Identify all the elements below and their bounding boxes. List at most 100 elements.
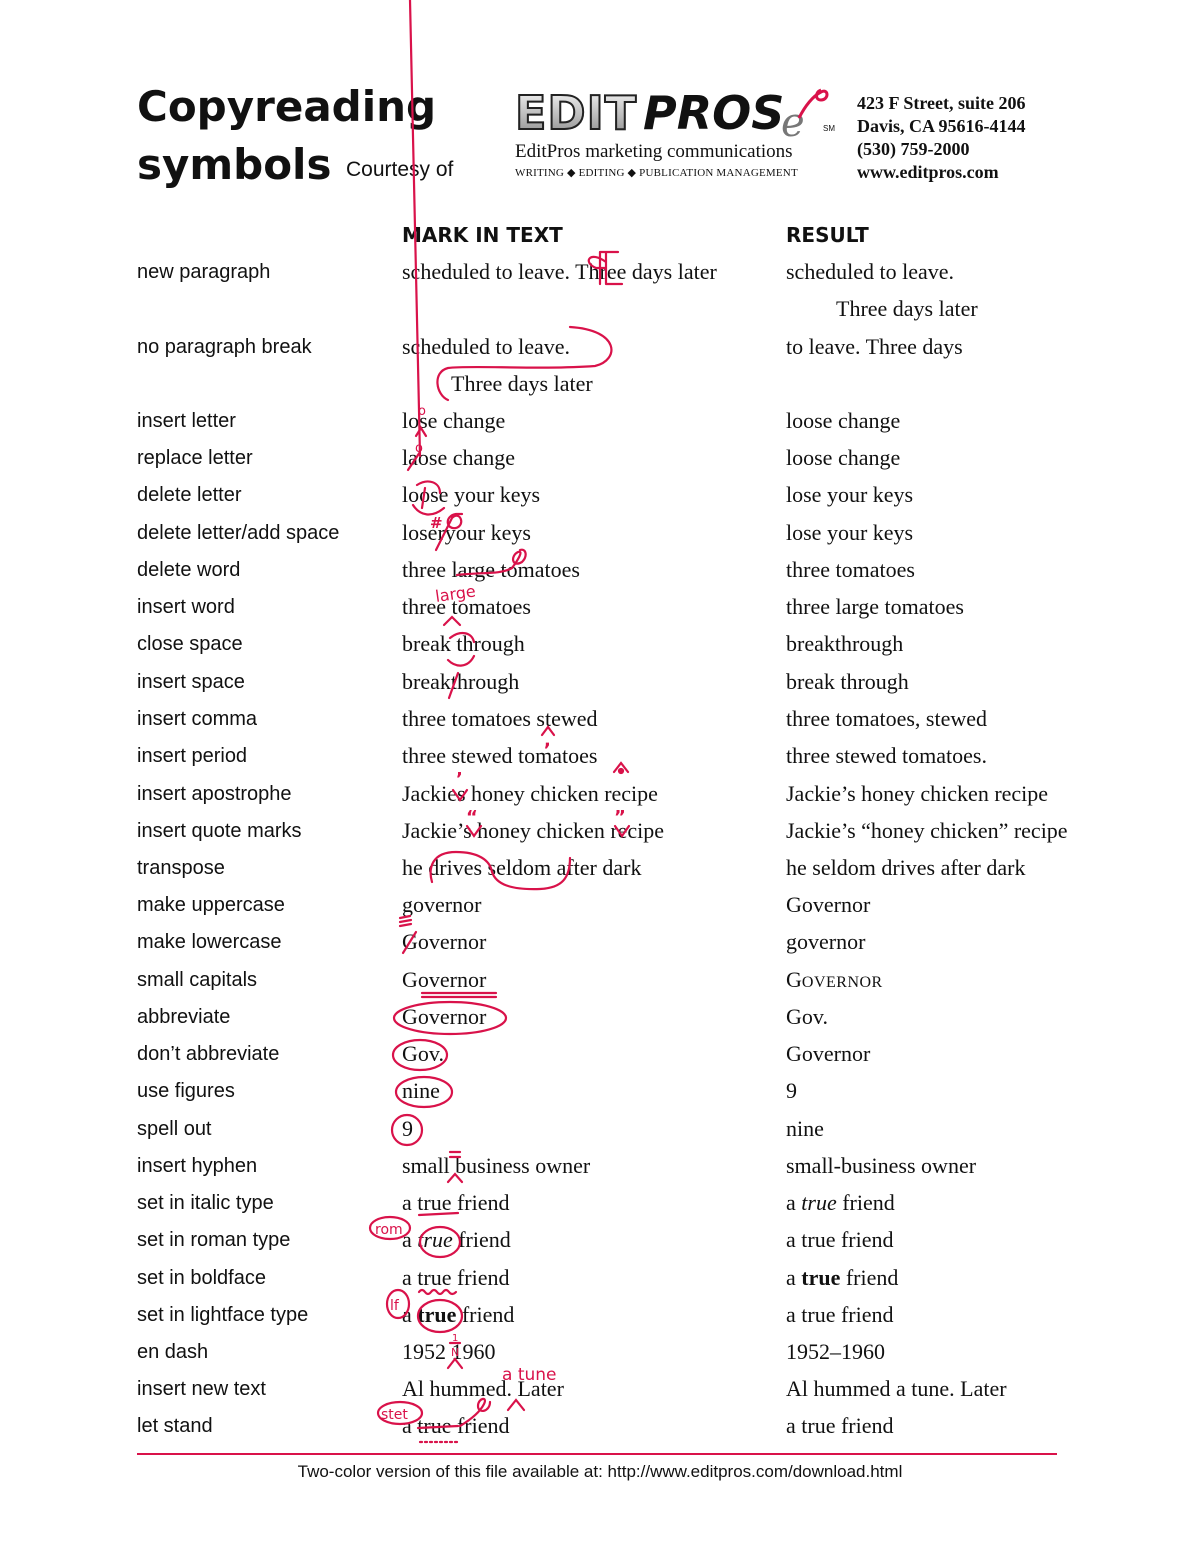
row-result: to leave. Three days	[786, 334, 963, 359]
row-result: three tomatoes, stewed	[786, 706, 987, 731]
row-mark: he drives seldom after dark	[402, 855, 642, 880]
row-label: replace letter	[137, 447, 253, 469]
row-mark-line2: Three days later	[451, 371, 593, 396]
row-result: a true friend	[786, 1413, 894, 1438]
row-label: new paragraph	[137, 261, 271, 283]
row-label: small capitals	[137, 969, 258, 991]
address-phone: (530) 759-2000	[857, 139, 970, 159]
row-label: set in lightface type	[137, 1304, 309, 1326]
row-label: insert apostrophe	[137, 783, 292, 805]
row-mark: a true friend	[402, 1190, 510, 1216]
row-mark: loose your keys	[402, 482, 541, 507]
row-result: GOVERNOR	[786, 967, 883, 993]
result-text-bold: true	[801, 1265, 841, 1290]
row-label: let stand	[137, 1415, 213, 1437]
row-mark: a true friend	[402, 1227, 511, 1253]
row-label: delete letter/add space	[137, 522, 340, 544]
row-mark: break through	[402, 631, 525, 656]
row-label: make lowercase	[137, 931, 282, 953]
row-result: he seldom drives after dark	[786, 855, 1026, 880]
row-result: nine	[786, 1116, 824, 1141]
address-street: 423 F Street, suite 206	[857, 93, 1026, 113]
editpros-logo: EDIT PROS e SM EditPros marketing commun…	[514, 85, 835, 181]
mark-text-post: friend	[452, 1227, 511, 1252]
mark-text-pre: a	[402, 1190, 418, 1215]
row-mark: three tomatoes stewed	[402, 706, 598, 731]
row-mark: a true friend	[402, 1302, 514, 1328]
caret-icon	[612, 761, 630, 774]
row-mark: Jackies honey chicken recipe	[402, 781, 658, 806]
row-result: three large tomatoes	[786, 594, 964, 619]
mark-text-post: friend	[451, 1190, 510, 1215]
row-label: set in italic type	[137, 1192, 274, 1214]
logo-subtitle: EditPros marketing communications	[515, 141, 793, 162]
row-label: insert hyphen	[137, 1155, 258, 1177]
row-mark: a true friend	[402, 1265, 510, 1290]
row-mark: Al hummed. Later	[402, 1376, 564, 1401]
row-label: make uppercase	[137, 894, 285, 916]
row-label: set in boldface	[137, 1267, 266, 1289]
logo-delete-mark-icon	[797, 88, 829, 119]
row-label: insert comma	[137, 708, 258, 730]
mark-text-bold: true	[417, 1302, 457, 1327]
footer-text: Two-color version of this file available…	[297, 1462, 903, 1481]
row-mark: three stewed tomatoes	[402, 743, 598, 768]
row-result: small-business owner	[786, 1153, 977, 1178]
row-mark: 9	[402, 1116, 413, 1141]
row-result: a true friend	[786, 1302, 894, 1327]
row-result: three tomatoes	[786, 557, 915, 582]
row-result: a true friend	[786, 1227, 894, 1252]
row-label: insert word	[137, 596, 235, 618]
row-label: insert new text	[137, 1378, 266, 1400]
row-label: use figures	[137, 1080, 235, 1102]
lf-annotation: lf	[390, 1298, 400, 1314]
row-label: abbreviate	[137, 1006, 231, 1028]
row-label: insert quote marks	[137, 820, 302, 842]
row-mark: Governor	[402, 929, 487, 954]
row-label: transpose	[137, 857, 225, 879]
row-result: break through	[786, 669, 909, 694]
row-label: delete letter	[137, 484, 242, 506]
mark-text-post: friend	[456, 1302, 515, 1327]
row-mark: loseryour keys	[402, 520, 531, 545]
row-label: set in roman type	[137, 1229, 291, 1251]
row-result: Jackie’s “honey chicken” recipe	[786, 818, 1068, 843]
row-mark: three large tomatoes	[402, 557, 580, 582]
row-result: 9	[786, 1078, 797, 1103]
small-caps-underline-icon	[420, 991, 498, 999]
row-label: insert letter	[137, 410, 236, 432]
logo-tagline: WRITING ◆ EDITING ◆ PUBLICATION MANAGEME…	[515, 167, 798, 179]
result-text-pre: a	[786, 1265, 802, 1290]
row-result: breakthrough	[786, 631, 904, 656]
result-text-post: friend	[840, 1265, 899, 1290]
address-web[interactable]: www.editpros.com	[857, 162, 999, 183]
row-mark: breakthrough	[402, 669, 520, 694]
mark-text-pre: a	[402, 1302, 418, 1327]
footer-divider	[137, 1453, 1057, 1455]
row-label: insert space	[137, 671, 245, 693]
row-result: a true friend	[786, 1190, 895, 1216]
row-label: delete word	[137, 559, 241, 581]
row-mark: nine	[402, 1078, 440, 1103]
row-result: Jackie’s honey chicken recipe	[786, 781, 1049, 806]
inserted-period	[617, 767, 625, 775]
result-text-post: friend	[836, 1190, 895, 1215]
row-result: loose change	[786, 445, 901, 470]
row-mark: scheduled to leave. Three days later	[402, 259, 717, 284]
result-text-pre: a	[786, 1190, 802, 1215]
row-result: 1952–1960	[786, 1339, 885, 1364]
logo-pros-text: PROS	[643, 86, 785, 140]
row-result: scheduled to leave.	[786, 259, 954, 284]
row-result: Governor	[786, 892, 871, 917]
row-mark: Governor	[402, 1004, 487, 1029]
row-mark: lose change	[402, 408, 506, 433]
row-mark: governor	[402, 892, 482, 917]
row-result: lose your keys	[786, 520, 914, 545]
row-mark: 1952 1960	[402, 1339, 496, 1364]
row-result: lose your keys	[786, 482, 914, 507]
small-caps-rest: OVERNOR	[801, 974, 883, 991]
row-label: don’t abbreviate	[137, 1043, 280, 1065]
row-mark: Jackie’s honey chicken recipe	[402, 818, 665, 843]
row-result: Governor	[786, 1041, 871, 1066]
row-mark: small business owner	[402, 1153, 591, 1178]
